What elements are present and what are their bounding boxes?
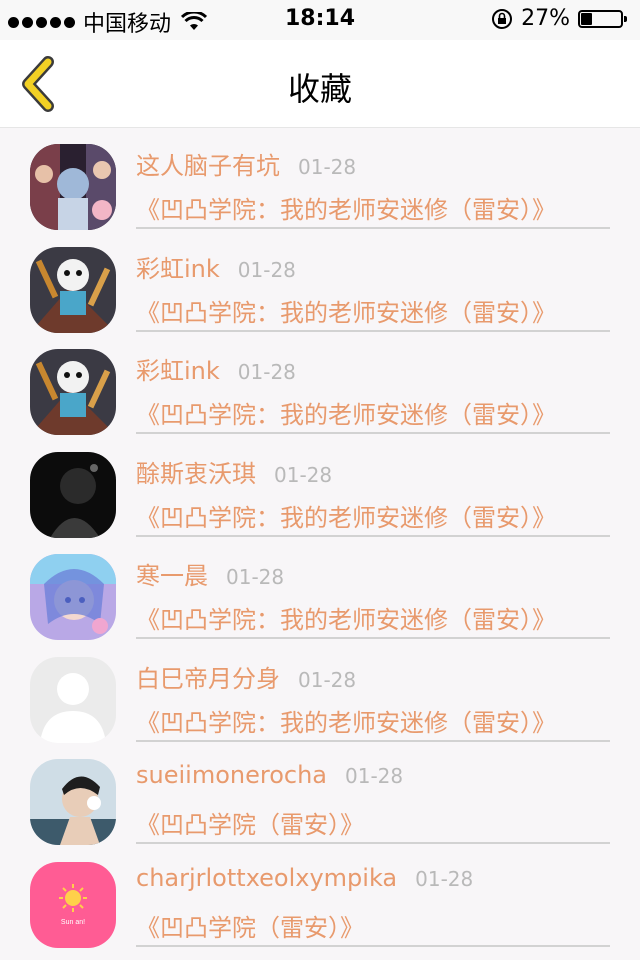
date-label: 01-28: [415, 866, 474, 891]
rotation-lock-icon: [492, 8, 513, 29]
avatar[interactable]: [30, 656, 116, 743]
avatar[interactable]: [30, 451, 116, 538]
divider: [136, 227, 610, 229]
list-item[interactable]: 彩虹ink 01-28 《凹凸学院：我的老师安迷修（雷安）》: [0, 333, 640, 436]
avatar-text: Sun an!: [61, 919, 85, 926]
work-title-link[interactable]: 《凹凸学院：我的老师安迷修（雷安）》: [136, 190, 556, 225]
name-line: 酴斯衷沃琪 01-28: [136, 454, 332, 489]
name-line: 寒一晨 01-28: [136, 556, 284, 591]
divider: [136, 944, 610, 947]
date-label: 01-28: [274, 462, 333, 487]
date-label: 01-28: [298, 155, 357, 179]
avatar[interactable]: [30, 246, 116, 333]
divider: [136, 432, 610, 434]
battery-icon: [578, 8, 628, 30]
battery-percentage: 27%: [521, 6, 570, 31]
user-name[interactable]: 彩虹ink: [136, 351, 220, 386]
work-title-link[interactable]: 《凹凸学院：我的老师安迷修（雷安）》: [136, 498, 556, 533]
user-name[interactable]: 酴斯衷沃琪: [136, 454, 256, 489]
status-bar: 中国移动 18:14 27%: [0, 0, 640, 40]
divider: [136, 739, 610, 742]
work-title-link[interactable]: 《凹凸学院（雷安）》: [136, 908, 364, 943]
name-line: 彩虹ink 01-28: [136, 351, 296, 386]
work-title-link[interactable]: 《凹凸学院：我的老师安迷修（雷安）》: [136, 703, 556, 738]
avatar[interactable]: [30, 759, 116, 845]
user-name[interactable]: 这人脑子有坑: [136, 146, 280, 181]
divider: [136, 637, 610, 639]
work-title-link[interactable]: 《凹凸学院（雷安）》: [136, 805, 364, 840]
list-item[interactable]: 这人脑子有坑 01-28 《凹凸学院：我的老师安迷修（雷安）》: [0, 128, 640, 231]
divider: [136, 534, 610, 537]
date-label: 01-28: [237, 257, 296, 282]
user-name[interactable]: 彩虹ink: [136, 249, 220, 284]
name-line: 白巳帝月分身 01-28: [136, 659, 356, 694]
user-name[interactable]: charjrlottxeolxympika: [136, 864, 397, 892]
date-label: 01-28: [237, 360, 296, 384]
status-right: 27%: [491, 6, 628, 31]
divider: [136, 842, 610, 844]
default-avatar-icon: [30, 656, 116, 743]
user-name[interactable]: 寒一晨: [136, 556, 208, 591]
list-item[interactable]: 彩虹ink 01-28 《凹凸学院：我的老师安迷修（雷安）》: [0, 231, 640, 334]
date-label: 01-28: [226, 565, 285, 589]
list-item[interactable]: sueiimonerocha 01-28 《凹凸学院（雷安）》: [0, 743, 640, 846]
name-line: charjrlottxeolxympika 01-28: [136, 864, 473, 892]
list-item[interactable]: 酴斯衷沃琪 01-28 《凹凸学院：我的老师安迷修（雷安）》: [0, 436, 640, 539]
user-name[interactable]: 白巳帝月分身: [136, 659, 280, 694]
work-title-link[interactable]: 《凹凸学院：我的老师安迷修（雷安）》: [136, 395, 556, 430]
work-title-link[interactable]: 《凹凸学院：我的老师安迷修（雷安）》: [136, 293, 556, 328]
name-line: 彩虹ink 01-28: [136, 249, 296, 284]
page-title: 收藏: [287, 70, 352, 108]
list-item[interactable]: 白巳帝月分身 01-28 《凹凸学院：我的老师安迷修（雷安）》: [0, 641, 640, 744]
avatar[interactable]: Sun an!: [30, 861, 116, 948]
name-line: 这人脑子有坑 01-28: [136, 146, 356, 181]
nav-bar: 收藏: [0, 40, 640, 128]
avatar[interactable]: [30, 554, 116, 640]
avatar[interactable]: [30, 349, 116, 435]
list-item[interactable]: 寒一晨 01-28 《凹凸学院：我的老师安迷修（雷安）》: [0, 538, 640, 641]
divider: [136, 329, 610, 332]
list-item[interactable]: Sun an! charjrlottxeolxympika 01-28 《凹凸学…: [0, 846, 640, 949]
date-label: 01-28: [298, 667, 357, 692]
date-label: 01-28: [345, 764, 404, 788]
avatar[interactable]: [30, 144, 116, 230]
name-line: sueiimonerocha 01-28: [136, 761, 403, 789]
work-title-link[interactable]: 《凹凸学院：我的老师安迷修（雷安）》: [136, 600, 556, 635]
user-name[interactable]: sueiimonerocha: [136, 761, 327, 789]
